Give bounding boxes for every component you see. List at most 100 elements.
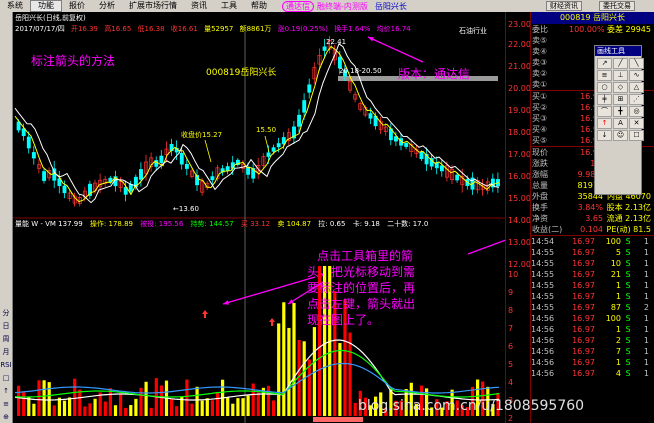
draw-tool-3[interactable]: ≡ [597, 70, 612, 81]
draw-tool-10[interactable]: ⊞ [613, 94, 628, 105]
menu-tools[interactable]: 工具 [214, 0, 244, 12]
left-tool-3[interactable]: 月 [0, 347, 12, 358]
stock-link[interactable]: 岳阳兴长 [371, 1, 411, 12]
draw-tool-4[interactable]: ⊥ [613, 70, 628, 81]
price-axis-tick: 19.00 [508, 106, 531, 115]
kline-chart[interactable]: 岳阳兴长(日线,前复权) 2017/07/17/四 开16.39 高16.65 … [13, 12, 505, 423]
app-window: 系统 功能 报价 分析 扩展市场行情 资讯 工具 帮助 通达信 融终端-内测版 … [0, 0, 654, 423]
menu-help[interactable]: 帮助 [244, 0, 274, 12]
quote-stat-row-l: 收益(二) [532, 225, 563, 234]
tick-m: 1 [643, 281, 649, 290]
drawing-tools-palette[interactable]: 画线工具 ↗ ╱ ╲ ≡ ⊥ ∿ ○ ◇ △ ╪ ⊞ ⋰ ⌒ ╋ ◎ ↑ A ✕ ↓ ☺ ☐ [594, 45, 644, 195]
draw-tool-12[interactable]: ⌒ [597, 106, 612, 117]
draw-tool-7[interactable]: ◇ [613, 82, 628, 93]
menu-function[interactable]: 功能 [30, 0, 62, 12]
label-pointer [264, 135, 270, 153]
tick-s: S [625, 347, 631, 356]
draw-tool-19[interactable]: ☺ [613, 130, 628, 141]
inst-line-0: 点击工具箱里的箭 [317, 249, 414, 263]
vol-info-4: 买 33.12 [240, 220, 271, 228]
placed-arrow-mark [202, 310, 208, 318]
menu-system[interactable]: 系统 [0, 0, 30, 12]
candle [139, 169, 143, 180]
tick-m: 1 [643, 325, 649, 334]
quote-stat-row: 换手 3.84% 股本 2.13亿 [531, 202, 654, 213]
terminal-link[interactable]: 融终端-内测版 [314, 1, 371, 12]
quote-stat-row-l: 涨跌 [532, 159, 548, 168]
draw-tool-17[interactable]: ✕ [629, 118, 644, 129]
draw-tool-15[interactable]: ↑ [597, 118, 612, 129]
draw-tool-14[interactable]: ◎ [629, 106, 644, 117]
label-pointer [204, 139, 212, 163]
quote-stat-row-l: 换手 [532, 203, 548, 212]
draw-tool-6[interactable]: ○ [597, 82, 612, 93]
menu-quote[interactable]: 报价 [62, 0, 92, 12]
draw-tool-9[interactable]: ╪ [597, 94, 612, 105]
info-turnover: 换手1.64% [334, 25, 371, 33]
tick-row: 14:55 16.97 21 S 1 [531, 269, 654, 280]
menu-ext-market[interactable]: 扩展市场行情 [122, 0, 184, 12]
tick-t: 14:56 [531, 358, 555, 367]
left-tool-1[interactable]: 日 [0, 321, 12, 332]
tick-row: 14:56 16.97 2 S 1 [531, 335, 654, 346]
tick-n: 1 [615, 325, 621, 334]
volume-bar [175, 406, 179, 416]
volume-bar [93, 398, 97, 416]
placed-arrow-mark [269, 318, 275, 326]
tick-s: S [625, 281, 631, 290]
volume-bar [88, 403, 92, 416]
menu-news[interactable]: 资讯 [184, 0, 214, 12]
volume-bar [185, 379, 189, 416]
tick-n: 4 [615, 369, 621, 378]
info-volume: 量52957 [204, 25, 234, 33]
inst-line-4: 现在图上了。 [307, 313, 380, 327]
volume-bar [251, 383, 255, 416]
draw-tool-18[interactable]: ↓ [597, 130, 612, 141]
candle [128, 183, 133, 192]
news-button[interactable]: 财经资讯 [546, 1, 582, 11]
tick-m: 1 [643, 259, 649, 268]
draw-tool-2[interactable]: ╲ [629, 58, 644, 69]
tick-s: S [625, 314, 631, 323]
vol-info-3: 持势: 144.57 [190, 220, 234, 228]
volume-bar [149, 407, 153, 416]
draw-tool-11[interactable]: ⋰ [629, 94, 644, 105]
price-axis-tick: 14.00 [508, 216, 531, 225]
left-tool-4[interactable]: RSI [0, 360, 12, 371]
volume-bar [200, 400, 204, 416]
candle [179, 152, 184, 165]
quote-weibi-row: 委比 100.00% 委差 29945 [531, 24, 654, 35]
quote-stat-row-l: 涨幅 [532, 170, 548, 179]
tick-n: 2 [615, 336, 621, 345]
draw-tool-13[interactable]: ╋ [613, 106, 628, 117]
volume-bar [139, 387, 143, 416]
tick-m: 1 [643, 347, 649, 356]
quote-stat-row-w: PE(动) 81.5 [606, 225, 651, 234]
left-tool-6[interactable]: ↑ [0, 386, 12, 397]
vol-info-7: 卡: 9.18 [352, 220, 380, 228]
draw-tool-20[interactable]: ☐ [629, 130, 644, 141]
left-tool-7[interactable]: ≡ [0, 399, 12, 410]
menu-analysis[interactable]: 分析 [92, 0, 122, 12]
draw-tool-1[interactable]: ╱ [613, 58, 628, 69]
left-tool-8[interactable]: ⊕ [0, 412, 12, 423]
volume-bar [32, 403, 36, 416]
trade-button[interactable]: 委托交易 [599, 1, 635, 11]
draw-tool-16[interactable]: A [613, 118, 628, 129]
info-low: 低16.38 [137, 25, 165, 33]
buy-level-row-l: 买⑤ [532, 136, 548, 145]
volume-bar [108, 388, 112, 416]
left-tool-5[interactable]: □ [0, 373, 12, 384]
candle [271, 147, 276, 152]
tick-s: S [625, 369, 631, 378]
sell-level-row-l: 卖② [532, 69, 548, 78]
left-tool-2[interactable]: 周 [0, 334, 12, 345]
volume-bar [119, 393, 123, 416]
left-tool-0[interactable]: 分 [0, 308, 12, 319]
price-axis-tick: 22.00 [508, 40, 531, 49]
draw-tool-5[interactable]: ∿ [629, 70, 644, 81]
draw-tool-0[interactable]: ↗ [597, 58, 612, 69]
annotation-instructions: 点击工具箱里的箭 头，把光标移动到需 要标注的位置后，再 点击左键，箭头就出 现… [307, 248, 452, 328]
buy-level-row-l: 买② [532, 103, 548, 112]
draw-tool-8[interactable]: △ [629, 82, 644, 93]
